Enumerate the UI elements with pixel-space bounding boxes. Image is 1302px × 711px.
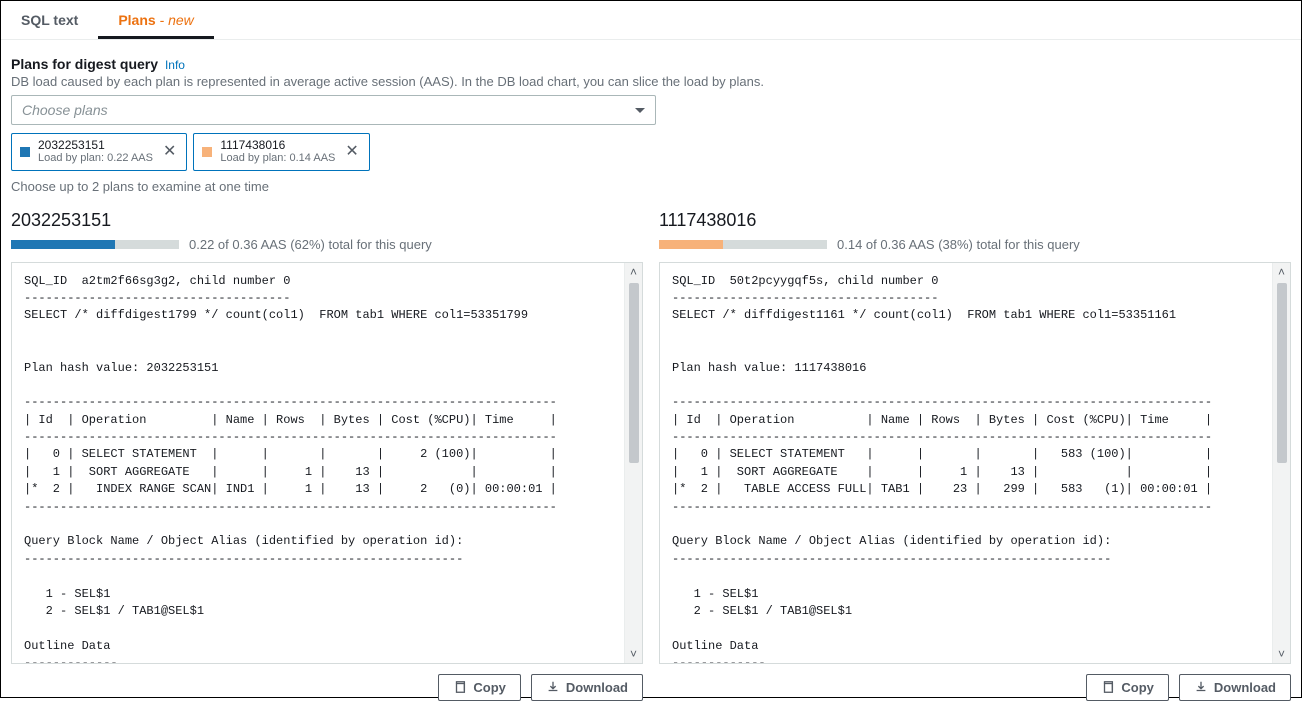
load-bar — [11, 240, 179, 249]
scroll-thumb[interactable] — [629, 283, 639, 463]
scrollbar[interactable]: ˄ ˅ — [624, 263, 642, 663]
plan-code: SQL_ID a2tm2f66sg3g2, child number 0 ---… — [12, 263, 624, 663]
plan-chip-swatch — [202, 147, 212, 157]
scroll-thumb[interactable] — [1277, 283, 1287, 463]
tab-sql-text[interactable]: SQL text — [1, 1, 98, 39]
info-link[interactable]: Info — [165, 58, 185, 72]
copy-button[interactable]: Copy — [438, 674, 521, 701]
download-icon — [546, 680, 560, 694]
section-header: Plans for digest query Info — [11, 56, 1291, 72]
plan-chip-text: 1117438016 Load by plan: 0.14 AAS — [220, 138, 335, 166]
section-title: Plans for digest query — [11, 56, 158, 72]
copy-button-label: Copy — [1121, 680, 1154, 695]
copy-icon — [453, 680, 467, 694]
scroll-up-icon[interactable]: ˄ — [630, 263, 637, 281]
plan-chip-load: Load by plan: 0.22 AAS — [38, 152, 153, 165]
plan-chip-load: Load by plan: 0.14 AAS — [220, 152, 335, 165]
plan-select-wrap: Choose plans — [11, 95, 656, 125]
load-bar-label: 0.14 of 0.36 AAS (38%) total for this qu… — [837, 237, 1080, 252]
download-button[interactable]: Download — [1179, 674, 1291, 701]
load-bar-row: 0.22 of 0.36 AAS (62%) total for this qu… — [11, 237, 643, 252]
download-button-label: Download — [566, 680, 628, 695]
plan-select-placeholder: Choose plans — [22, 102, 108, 118]
content-area: Plans for digest query Info DB load caus… — [1, 40, 1301, 711]
load-bar-row: 0.14 of 0.36 AAS (38%) total for this qu… — [659, 237, 1291, 252]
download-icon — [1194, 680, 1208, 694]
copy-button[interactable]: Copy — [1086, 674, 1169, 701]
plan-chip-1: 1117438016 Load by plan: 0.14 AAS ✕ — [193, 133, 369, 171]
tab-plans-label: Plans — [118, 12, 155, 28]
plans-row: 2032253151 0.22 of 0.36 AAS (62%) total … — [11, 210, 1291, 701]
plan-actions: Copy Download — [11, 674, 643, 701]
copy-button-label: Copy — [473, 680, 506, 695]
plan-col-0: 2032253151 0.22 of 0.36 AAS (62%) total … — [11, 210, 643, 701]
close-icon[interactable]: ✕ — [343, 144, 360, 160]
tab-plans[interactable]: Plans - new — [98, 1, 213, 39]
plan-id: 2032253151 — [11, 210, 643, 231]
load-bar-label: 0.22 of 0.36 AAS (62%) total for this qu… — [189, 237, 432, 252]
tab-plans-new-tag: - new — [156, 12, 194, 28]
scrollbar[interactable]: ˄ ˅ — [1272, 263, 1290, 663]
download-button[interactable]: Download — [531, 674, 643, 701]
scroll-down-icon[interactable]: ˅ — [1278, 645, 1285, 663]
plan-col-1: 1117438016 0.14 of 0.36 AAS (38%) total … — [659, 210, 1291, 701]
close-icon[interactable]: ✕ — [161, 144, 178, 160]
plan-select[interactable]: Choose plans — [11, 95, 656, 125]
selected-plan-chips: 2032253151 Load by plan: 0.22 AAS ✕ 1117… — [11, 133, 1291, 171]
load-bar — [659, 240, 827, 249]
plan-actions: Copy Download — [659, 674, 1291, 701]
plan-select-hint: Choose up to 2 plans to examine at one t… — [11, 179, 1291, 194]
plan-chip-0: 2032253151 Load by plan: 0.22 AAS ✕ — [11, 133, 187, 171]
load-bar-fill — [659, 240, 723, 249]
chevron-down-icon — [635, 108, 645, 113]
plan-chip-id: 2032253151 — [38, 138, 153, 152]
tabs-bar: SQL text Plans - new — [1, 1, 1301, 40]
scroll-down-icon[interactable]: ˅ — [630, 645, 637, 663]
download-button-label: Download — [1214, 680, 1276, 695]
section-description: DB load caused by each plan is represent… — [11, 74, 1291, 89]
plan-code: SQL_ID 50t2pcyygqf5s, child number 0 ---… — [660, 263, 1272, 663]
load-bar-fill — [11, 240, 115, 249]
copy-icon — [1101, 680, 1115, 694]
plan-chip-id: 1117438016 — [220, 138, 335, 152]
plan-chip-text: 2032253151 Load by plan: 0.22 AAS — [38, 138, 153, 166]
plan-code-box: SQL_ID 50t2pcyygqf5s, child number 0 ---… — [659, 262, 1291, 664]
plan-chip-swatch — [20, 147, 30, 157]
plan-code-box: SQL_ID a2tm2f66sg3g2, child number 0 ---… — [11, 262, 643, 664]
scroll-up-icon[interactable]: ˄ — [1278, 263, 1285, 281]
plan-id: 1117438016 — [659, 210, 1291, 231]
